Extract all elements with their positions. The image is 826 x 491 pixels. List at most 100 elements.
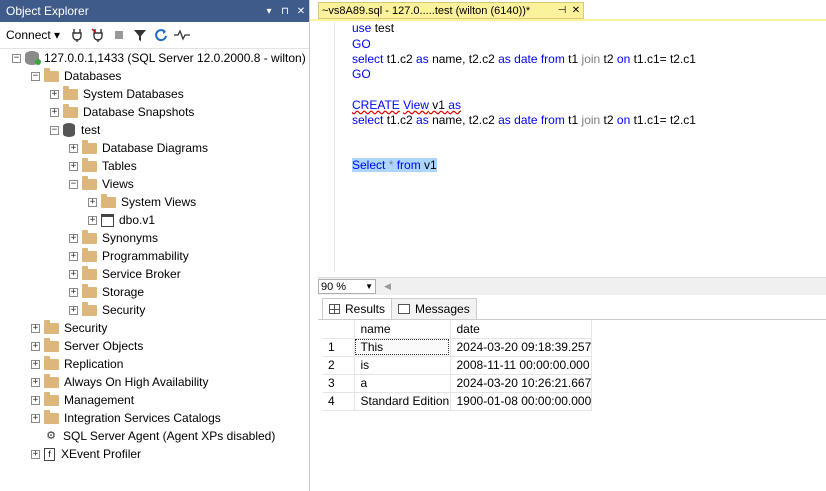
cell-name[interactable]: This bbox=[354, 338, 451, 357]
column-header-date[interactable]: date bbox=[450, 320, 593, 339]
cell-date[interactable]: 1900-01-08 00:00:00.000 bbox=[450, 392, 593, 411]
expand-icon[interactable]: + bbox=[31, 323, 40, 333]
table-row: 2 is 2008-11-11 00:00:00.000 bbox=[323, 356, 593, 375]
expand-icon[interactable]: + bbox=[31, 449, 40, 459]
disconnect-plug-icon[interactable] bbox=[89, 26, 107, 44]
keyword: on bbox=[616, 113, 631, 127]
tree-node[interactable]: + Service Broker bbox=[0, 265, 309, 283]
cell-date[interactable]: 2024-03-20 09:18:39.257 bbox=[450, 338, 593, 357]
tab-pin-icon[interactable]: ⊣ bbox=[555, 5, 569, 16]
tab-messages[interactable]: Messages bbox=[392, 298, 477, 319]
tree-node[interactable]: + System Views bbox=[0, 193, 309, 211]
scroll-left-icon[interactable]: ◀ bbox=[384, 281, 391, 292]
keyword: as bbox=[498, 113, 511, 127]
folder-icon bbox=[82, 247, 97, 262]
tree-node[interactable]: + Security bbox=[0, 319, 309, 337]
expand-icon[interactable]: + bbox=[50, 107, 59, 117]
code-line-7-selected[interactable]: Select * from v1 bbox=[352, 158, 437, 172]
folder-icon bbox=[44, 409, 59, 424]
code-line-2[interactable]: GO bbox=[352, 37, 371, 51]
cell-date[interactable]: 2008-11-11 00:00:00.000 bbox=[450, 356, 593, 375]
refresh-icon[interactable] bbox=[152, 26, 170, 44]
keyword: GO bbox=[352, 37, 371, 51]
tree-node[interactable]: − Databases bbox=[0, 67, 309, 85]
expand-icon[interactable]: + bbox=[69, 251, 78, 261]
tree-node[interactable]: + Server Objects bbox=[0, 337, 309, 355]
collapse-icon[interactable]: − bbox=[31, 71, 40, 81]
expand-icon[interactable]: + bbox=[69, 287, 78, 297]
code-text: v1 bbox=[420, 158, 437, 172]
expand-icon[interactable]: + bbox=[31, 359, 40, 369]
tree-node[interactable]: + Storage bbox=[0, 283, 309, 301]
row-number[interactable]: 1 bbox=[323, 338, 355, 357]
code-line-4[interactable]: GO bbox=[352, 67, 371, 81]
tab-results[interactable]: Results bbox=[322, 298, 393, 319]
tree-node[interactable]: ⚙ SQL Server Agent (Agent XPs disabled) bbox=[0, 427, 309, 445]
expand-icon[interactable]: + bbox=[88, 215, 97, 225]
tree-node[interactable]: + f XEvent Profiler bbox=[0, 445, 309, 463]
tree-node[interactable]: + Database Snapshots bbox=[0, 103, 309, 121]
expand-icon[interactable]: + bbox=[69, 269, 78, 279]
cell-date[interactable]: 2024-03-20 10:26:21.667 bbox=[450, 374, 593, 393]
grid-header-row: name date bbox=[323, 320, 593, 339]
close-icon[interactable]: ✕ bbox=[293, 6, 309, 17]
code-line-6[interactable]: select t1.c2 as name, t2.c2 as date from… bbox=[352, 113, 696, 127]
row-number[interactable]: 4 bbox=[323, 392, 355, 411]
tree-node[interactable]: − 127.0.0.1,1433 (SQL Server 12.0.2000.8 … bbox=[0, 49, 309, 67]
row-number[interactable]: 2 bbox=[323, 356, 355, 375]
tab-close-icon[interactable]: ✕ bbox=[569, 5, 583, 16]
dropdown-icon[interactable]: ▾ bbox=[261, 6, 277, 17]
connect-plug-icon[interactable] bbox=[68, 26, 86, 44]
code-line-1[interactable]: use test bbox=[352, 21, 394, 35]
expand-icon[interactable]: + bbox=[69, 161, 78, 171]
expand-icon[interactable]: + bbox=[88, 197, 97, 207]
collapse-icon[interactable]: − bbox=[69, 179, 78, 189]
keyword: as bbox=[416, 52, 429, 66]
tree-node[interactable]: + Database Diagrams bbox=[0, 139, 309, 157]
keyword: date bbox=[514, 52, 538, 66]
editor-tab[interactable]: ~vs8A89.sql - 127.0.....test (wilton (61… bbox=[318, 2, 584, 19]
connect-button[interactable]: Connect ▾ bbox=[6, 28, 60, 42]
expand-icon[interactable]: + bbox=[69, 233, 78, 243]
cell-name[interactable]: is bbox=[354, 356, 451, 375]
tree-node[interactable]: + Tables bbox=[0, 157, 309, 175]
expand-icon[interactable]: + bbox=[69, 305, 78, 315]
code-text: t1.c1= t2.c1 bbox=[630, 113, 696, 127]
tree-node[interactable]: + Replication bbox=[0, 355, 309, 373]
code-line-5[interactable]: CREATE View v1 as bbox=[352, 98, 461, 112]
collapse-icon[interactable]: − bbox=[12, 53, 21, 63]
row-number[interactable]: 3 bbox=[323, 374, 355, 393]
tree-node-label: Integration Services Catalogs bbox=[64, 411, 221, 425]
expand-icon[interactable]: + bbox=[31, 341, 40, 351]
pin-icon[interactable]: ⊓ bbox=[277, 6, 293, 17]
tree-node[interactable]: − Views bbox=[0, 175, 309, 193]
expand-icon[interactable]: + bbox=[31, 413, 40, 423]
tree-node-label: XEvent Profiler bbox=[61, 447, 142, 461]
filter-icon[interactable] bbox=[131, 26, 149, 44]
tree-node[interactable]: + Security bbox=[0, 301, 309, 319]
expand-icon[interactable]: + bbox=[31, 395, 40, 405]
tree-node[interactable]: − test bbox=[0, 121, 309, 139]
expand-icon[interactable]: + bbox=[69, 143, 78, 153]
tree-node[interactable]: + Synonyms bbox=[0, 229, 309, 247]
column-header-name[interactable]: name bbox=[354, 320, 451, 339]
object-explorer-panel: Object Explorer ▾ ⊓ ✕ Connect ▾ −127.0.0… bbox=[0, 0, 310, 491]
activity-monitor-icon[interactable] bbox=[173, 26, 191, 44]
zoom-select[interactable]: 90 % ▼ bbox=[318, 279, 376, 294]
expand-icon[interactable]: + bbox=[50, 89, 59, 99]
tree-node[interactable]: + Management bbox=[0, 391, 309, 409]
cell-name[interactable]: a bbox=[354, 374, 451, 393]
cell-name[interactable]: Standard Edition bbox=[354, 392, 451, 411]
expand-icon[interactable]: + bbox=[31, 377, 40, 387]
code-text: t2 bbox=[600, 113, 617, 127]
row-number-header[interactable] bbox=[323, 320, 355, 339]
tree-node[interactable]: + Integration Services Catalogs bbox=[0, 409, 309, 427]
tree-node[interactable]: + Programmability bbox=[0, 247, 309, 265]
keyword: as bbox=[448, 98, 461, 112]
stop-icon[interactable] bbox=[110, 26, 128, 44]
code-line-3[interactable]: select t1.c2 as name, t2.c2 as date from… bbox=[352, 52, 696, 66]
tree-node[interactable]: + dbo.v1 bbox=[0, 211, 309, 229]
tree-node[interactable]: + System Databases bbox=[0, 85, 309, 103]
tree-node[interactable]: + Always On High Availability bbox=[0, 373, 309, 391]
collapse-icon[interactable]: − bbox=[50, 125, 59, 135]
